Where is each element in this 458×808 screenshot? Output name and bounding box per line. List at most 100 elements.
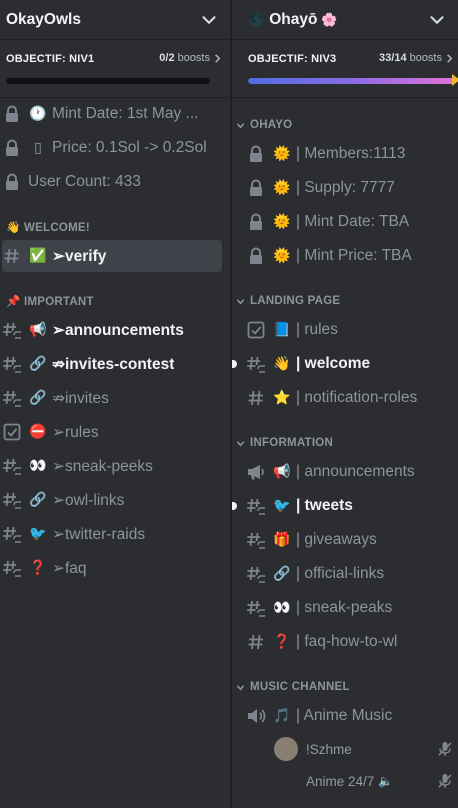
lock-icon bbox=[246, 212, 266, 232]
lock-icon bbox=[246, 178, 266, 198]
channel-name: ➢faq bbox=[52, 559, 87, 577]
hashtag-thread-icon bbox=[2, 354, 22, 374]
channel-name: | rules bbox=[296, 321, 338, 338]
channel-mint-date-tba[interactable]: 🌞 | Mint Date: TBA bbox=[246, 206, 456, 238]
category-label: 📌 IMPORTANT bbox=[6, 296, 94, 308]
channel-user-count-433[interactable]: User Count: 433 bbox=[2, 166, 222, 198]
channel-name: | welcome bbox=[296, 355, 371, 372]
boost-goal-label: OBJECTIF: NIV1 bbox=[6, 53, 95, 65]
category-ohayo[interactable]: OHAYO bbox=[236, 115, 292, 135]
muted-mic-icon bbox=[438, 741, 452, 761]
channel-name: | Mint Date: TBA bbox=[296, 213, 410, 230]
megaphone-emoji: 📢 bbox=[29, 322, 47, 338]
music-emoji: 🎵 bbox=[273, 708, 291, 724]
boost-progress-bar bbox=[6, 78, 210, 84]
channel-price-0-1sol-0-2sol[interactable]: ▯ Price: 0.1Sol -> 0.2Sol bbox=[2, 132, 222, 164]
server-flower-icon: 🌸 bbox=[321, 11, 338, 27]
channel-name: | Mint Price: TBA bbox=[296, 247, 412, 264]
category-landing-page[interactable]: LANDING PAGE bbox=[236, 291, 340, 311]
category-label: 👋 WELCOME! bbox=[6, 222, 90, 234]
voice-user[interactable]: Anime 24/7 🔈 bbox=[274, 767, 456, 795]
voice-user-name: !Szhme bbox=[306, 741, 352, 757]
channel-giveaways[interactable]: 🎁 | giveaways bbox=[246, 524, 456, 556]
server-header-ohayo[interactable]: 🌑 Ohayō 🌸 bbox=[232, 0, 458, 40]
category-label: OHAYO bbox=[250, 119, 293, 131]
channel-faq-how-to-wl[interactable]: ❓ | faq-how-to-wl bbox=[246, 626, 456, 658]
channel-name: User Count: 433 bbox=[28, 173, 141, 190]
boost-progress-bar bbox=[248, 78, 458, 84]
rules-checkbox-icon bbox=[246, 320, 266, 340]
boost-goal[interactable]: OBJECTIF: NIV3 33/14 boosts bbox=[232, 41, 458, 98]
channel-notification-roles[interactable]: ⭐ | notification-roles bbox=[246, 382, 456, 414]
channel-tweets[interactable]: 🐦 | tweets bbox=[246, 490, 456, 522]
category-information[interactable]: INFORMATION bbox=[236, 433, 333, 453]
boost-goal[interactable]: OBJECTIF: NIV1 0/2 boosts bbox=[0, 41, 230, 98]
channel-invites[interactable]: 🔗 ⇏invites bbox=[2, 382, 222, 414]
channel-anime-music[interactable]: 🎵 | Anime Music bbox=[246, 700, 456, 732]
channel-sneak-peaks[interactable]: 👀 | sneak-peaks bbox=[246, 592, 456, 624]
channel-name: | official-links bbox=[296, 565, 385, 582]
lock-icon bbox=[246, 144, 266, 164]
channel-members-1113[interactable]: 🌞 | Members:1113 bbox=[246, 138, 456, 170]
channel-name: ⇏invites-contest bbox=[52, 355, 175, 373]
channel-sneak-peeks[interactable]: 👀 ➢sneak-peeks bbox=[2, 450, 222, 482]
channel-supply-7777[interactable]: 🌞 | Supply: 7777 bbox=[246, 172, 456, 204]
channel-invites-contest[interactable]: 🔗 ⇏invites-contest bbox=[2, 348, 222, 380]
hashtag-icon bbox=[246, 388, 266, 408]
category-label: MUSIC CHANNEL bbox=[250, 681, 350, 693]
question-emoji: ❓ bbox=[29, 560, 47, 576]
chevron-right-icon bbox=[447, 53, 453, 63]
hashtag-thread-icon bbox=[2, 558, 22, 578]
channel-owl-links[interactable]: 🔗 ➢owl-links bbox=[2, 484, 222, 516]
hashtag-thread-icon bbox=[246, 354, 266, 374]
hashtag-thread-icon bbox=[2, 320, 22, 340]
eyes-emoji: 👀 bbox=[29, 458, 47, 474]
channel-announcements[interactable]: 📢 ➢announcements bbox=[2, 314, 222, 346]
channel-name: ➢rules bbox=[52, 423, 99, 441]
sun-emoji: 🌞 bbox=[273, 146, 291, 162]
boost-count: 33/14 boosts bbox=[379, 52, 454, 64]
channel-faq[interactable]: ❓ ➢faq bbox=[2, 552, 222, 584]
sun-emoji: 🌞 bbox=[273, 248, 291, 264]
bird-emoji: 🐦 bbox=[273, 498, 291, 514]
channel-name: | giveaways bbox=[296, 531, 377, 548]
hashtag-thread-icon bbox=[2, 388, 22, 408]
voice-user[interactable]: !Szhme bbox=[274, 735, 456, 763]
channel-rules[interactable]: ⛔ ➢rules bbox=[2, 416, 222, 448]
channel-mint-price-tba[interactable]: 🌞 | Mint Price: TBA bbox=[246, 240, 456, 272]
category-label: INFORMATION bbox=[250, 437, 334, 449]
chevron-down-icon bbox=[236, 297, 245, 306]
megaphone-icon bbox=[246, 462, 266, 482]
channel-verify[interactable]: ✅ ➢verify bbox=[2, 240, 222, 272]
boost-goal-label: OBJECTIF: NIV3 bbox=[248, 53, 337, 65]
question-emoji: ❓ bbox=[273, 634, 291, 650]
channel-official-links[interactable]: 🔗 | official-links bbox=[246, 558, 456, 590]
channel-name: | faq-how-to-wl bbox=[296, 633, 398, 650]
link-emoji: 🔗 bbox=[29, 492, 47, 508]
box-emoji: ▯ bbox=[34, 140, 42, 156]
channel-name: ➢announcements bbox=[52, 321, 184, 339]
hashtag-thread-icon bbox=[2, 490, 22, 510]
category-music-channel[interactable]: MUSIC CHANNEL bbox=[236, 677, 350, 697]
unread-indicator bbox=[232, 360, 237, 368]
channel-welcome[interactable]: 👋 | welcome bbox=[246, 348, 456, 380]
server-header-okayowls[interactable]: OkayOwls bbox=[0, 0, 230, 40]
category-welcome[interactable]: 👋 WELCOME! bbox=[6, 217, 90, 237]
channel-mint-date-1st-may[interactable]: 🕐 Mint Date: 1st May ... bbox=[2, 98, 222, 130]
category-important[interactable]: 📌 IMPORTANT bbox=[6, 291, 94, 311]
channel-announcements[interactable]: 📢 | announcements bbox=[246, 456, 456, 488]
gift-emoji: 🎁 bbox=[273, 532, 291, 548]
channel-name: Mint Date: 1st May ... bbox=[52, 105, 199, 122]
unread-indicator bbox=[232, 502, 237, 510]
sun-emoji: 🌞 bbox=[273, 214, 291, 230]
chevron-down-icon[interactable] bbox=[198, 9, 220, 31]
megaphone-emoji: 📢 bbox=[273, 464, 291, 480]
channel-rules[interactable]: 📘 | rules bbox=[246, 314, 456, 346]
channel-twitter-raids[interactable]: 🐦 ➢twitter-raids bbox=[2, 518, 222, 550]
channel-name: ➢verify bbox=[52, 247, 107, 265]
chevron-down-icon[interactable] bbox=[426, 9, 448, 31]
channel-name: | Anime Music bbox=[296, 707, 393, 724]
hashtag-icon bbox=[246, 632, 266, 652]
lock-icon bbox=[2, 138, 22, 158]
chevron-down-icon bbox=[236, 683, 245, 692]
